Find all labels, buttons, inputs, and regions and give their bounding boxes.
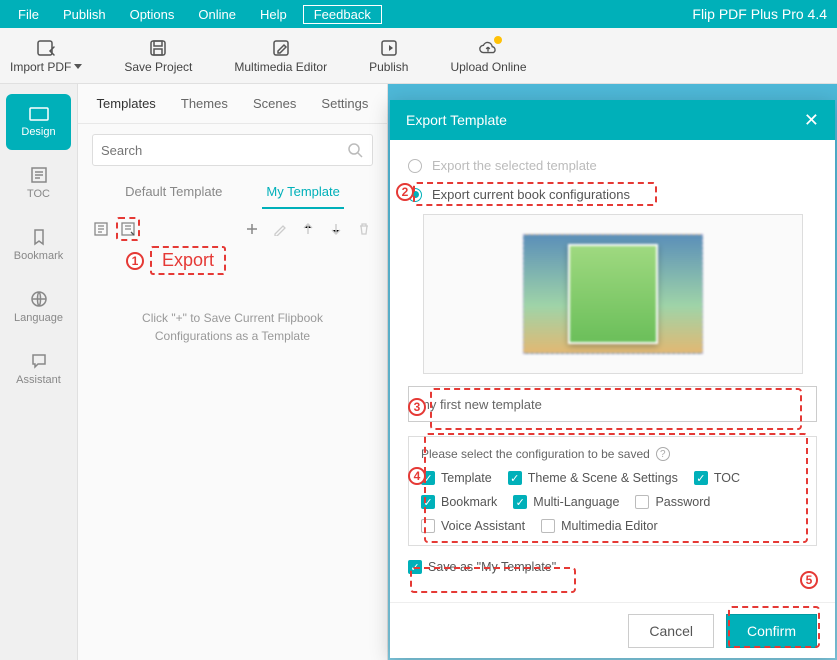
sidebar-assistant-label: Assistant xyxy=(16,374,61,386)
upload-online-label: Upload Online xyxy=(450,60,526,74)
cancel-button[interactable]: Cancel xyxy=(628,614,714,648)
template-panel: Templates Themes Scenes Settings Default… xyxy=(78,84,388,660)
tab-templates[interactable]: Templates xyxy=(87,84,166,124)
notification-dot-icon xyxy=(494,36,502,44)
move-up-icon xyxy=(299,220,317,238)
multimedia-editor-label: Multimedia Editor xyxy=(234,60,327,74)
config-title-label: Please select the configuration to be sa… xyxy=(421,447,650,461)
menu-options[interactable]: Options xyxy=(118,7,187,22)
modal-footer: Cancel Confirm xyxy=(390,602,835,658)
check-multimedia-editor[interactable]: Multimedia Editor xyxy=(541,519,658,533)
check-password[interactable]: Password xyxy=(635,495,710,509)
annotation-number-1: 1 xyxy=(126,252,144,270)
template-name-input[interactable] xyxy=(408,386,817,422)
radio-export-selected: Export the selected template xyxy=(408,156,817,175)
chat-icon xyxy=(30,352,48,370)
caret-down-icon xyxy=(74,64,82,69)
close-icon[interactable]: ✕ xyxy=(804,110,819,131)
modal-header: Export Template ✕ xyxy=(390,100,835,140)
check-save-as-my-template[interactable]: ✓Save as "My Template" xyxy=(408,560,556,574)
check-bookmark[interactable]: ✓Bookmark xyxy=(421,495,497,509)
sidebar-design-label: Design xyxy=(21,126,55,138)
sidebar-item-language[interactable]: Language xyxy=(6,278,71,336)
export-template-modal: Export Template ✕ Export the selected te… xyxy=(390,100,835,658)
subtab-default-template[interactable]: Default Template xyxy=(121,176,226,209)
annotation-5: 5 xyxy=(800,571,818,589)
check-template[interactable]: ✓Template xyxy=(421,471,492,485)
import-pdf-label: Import PDF xyxy=(10,60,71,74)
check-multi-language[interactable]: ✓Multi-Language xyxy=(513,495,619,509)
subtab-my-template[interactable]: My Template xyxy=(262,176,343,209)
publish-button[interactable]: Publish xyxy=(369,38,408,74)
annotation-1: 1 Export xyxy=(126,246,226,275)
publish-icon xyxy=(379,38,399,58)
sidebar-item-toc[interactable]: TOC xyxy=(6,154,71,212)
add-template-icon[interactable] xyxy=(243,220,261,238)
config-block: Please select the configuration to be sa… xyxy=(408,436,817,546)
check-theme-scene-settings[interactable]: ✓Theme & Scene & Settings xyxy=(508,471,678,485)
publish-label: Publish xyxy=(369,60,408,74)
annotation-export-label: Export xyxy=(162,250,214,270)
radio-export-current[interactable]: Export current book configurations xyxy=(408,185,817,204)
import-template-icon[interactable] xyxy=(92,220,110,238)
annotation-2: 2 xyxy=(396,183,414,201)
sidebar-item-assistant[interactable]: Assistant xyxy=(6,340,71,398)
search-icon xyxy=(346,141,364,159)
annotation-4: 4 xyxy=(408,467,426,485)
save-icon xyxy=(148,38,168,58)
monitor-icon xyxy=(28,106,50,122)
book-thumbnail xyxy=(568,244,658,344)
tab-scenes[interactable]: Scenes xyxy=(243,84,306,124)
multimedia-editor-button[interactable]: Multimedia Editor xyxy=(234,38,327,74)
template-preview xyxy=(423,214,803,374)
annotation-3: 3 xyxy=(408,398,426,416)
delete-template-icon xyxy=(355,220,373,238)
save-project-label: Save Project xyxy=(124,60,192,74)
menu-feedback[interactable]: Feedback xyxy=(303,5,382,24)
sidebar-item-bookmark[interactable]: Bookmark xyxy=(6,216,71,274)
sidebar-item-design[interactable]: Design xyxy=(6,94,71,150)
tab-themes[interactable]: Themes xyxy=(171,84,238,124)
import-icon xyxy=(36,38,56,58)
search-input[interactable] xyxy=(101,143,346,158)
panel-tabs: Templates Themes Scenes Settings xyxy=(78,84,387,124)
toolbar: Import PDF Save Project Multimedia Edito… xyxy=(0,28,837,84)
menu-file[interactable]: File xyxy=(6,7,51,22)
toc-icon xyxy=(30,166,48,184)
move-down-icon xyxy=(327,220,345,238)
save-project-button[interactable]: Save Project xyxy=(124,38,192,74)
radio-export-selected-label: Export the selected template xyxy=(432,158,597,173)
modal-title: Export Template xyxy=(406,112,507,128)
help-icon[interactable]: ? xyxy=(656,447,670,461)
edit-template-icon xyxy=(271,220,289,238)
empty-template-message: Click "+" to Save Current Flipbook Confi… xyxy=(78,249,387,345)
menu-online[interactable]: Online xyxy=(186,7,248,22)
app-title: Flip PDF Plus Pro 4.4 xyxy=(692,6,831,22)
upload-online-button[interactable]: Upload Online xyxy=(450,38,526,74)
search-box[interactable] xyxy=(92,134,373,166)
sidebar-language-label: Language xyxy=(14,312,63,324)
menubar: File Publish Options Online Help Feedbac… xyxy=(0,0,837,28)
confirm-button[interactable]: Confirm xyxy=(726,614,817,648)
globe-icon xyxy=(30,290,48,308)
sidebar: Design TOC Bookmark Language Assistant xyxy=(0,84,78,660)
bookmark-icon xyxy=(31,228,47,246)
import-pdf-button[interactable]: Import PDF xyxy=(10,38,82,74)
tab-settings[interactable]: Settings xyxy=(311,84,378,124)
radio-export-current-label: Export current book configurations xyxy=(432,187,630,202)
sidebar-toc-label: TOC xyxy=(27,188,50,200)
radio-icon xyxy=(408,159,422,173)
template-action-row xyxy=(78,209,387,249)
export-template-icon[interactable] xyxy=(119,220,137,238)
edit-icon xyxy=(271,38,291,58)
menu-help[interactable]: Help xyxy=(248,7,299,22)
sidebar-bookmark-label: Bookmark xyxy=(14,250,64,262)
check-voice-assistant[interactable]: Voice Assistant xyxy=(421,519,525,533)
check-toc[interactable]: ✓TOC xyxy=(694,471,740,485)
menu-publish[interactable]: Publish xyxy=(51,7,118,22)
